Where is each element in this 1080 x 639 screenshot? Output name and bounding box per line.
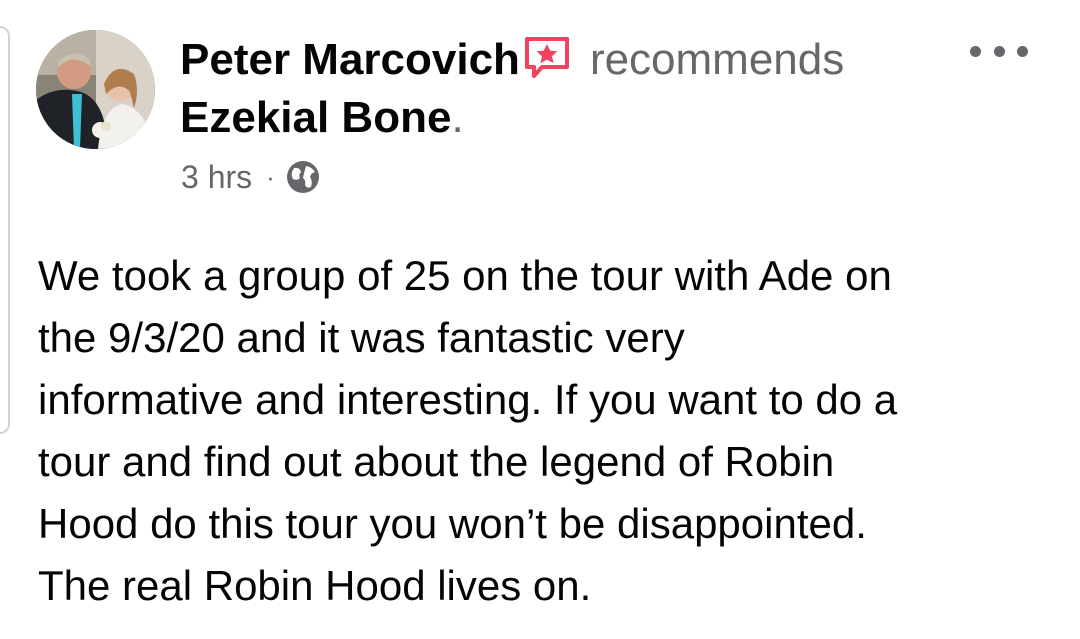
recommend-star-icon: [524, 36, 570, 91]
timestamp[interactable]: 3 hrs: [181, 159, 252, 196]
post-header: Peter Marcovich recommends Ezekial Bone.: [180, 33, 940, 145]
more-dot: [993, 45, 1005, 57]
page-name[interactable]: Ezekial Bone: [180, 93, 451, 142]
avatar[interactable]: [36, 30, 155, 149]
post-meta: 3 hrs ·: [181, 156, 321, 198]
avatar-photo: [36, 30, 155, 149]
more-dot: [970, 45, 981, 57]
meta-separator: ·: [266, 161, 275, 192]
globe-icon[interactable]: [285, 159, 321, 195]
previous-card-edge: [0, 26, 10, 434]
author-name[interactable]: Peter Marcovich: [180, 35, 520, 84]
post-body-text: We took a group of 25 on the tour with A…: [38, 252, 898, 609]
recommends-text: recommends: [589, 35, 845, 84]
more-dot: [1017, 45, 1028, 57]
page-name-period: .: [451, 93, 464, 142]
more-options-button[interactable]: [970, 38, 1028, 64]
